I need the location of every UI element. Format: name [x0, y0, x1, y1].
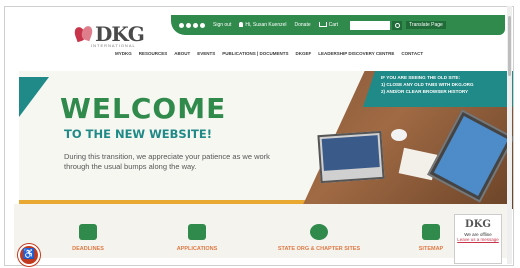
feature-label: STATE ORG & CHAPTER SITES	[277, 246, 361, 252]
instagram-icon[interactable]	[193, 22, 198, 28]
main-nav: MYDKG RESOURCES ABOUT EVENTS PUBLICATION…	[115, 51, 423, 56]
coffee-mug-image	[391, 129, 407, 141]
transition-message: During this transition, we appreciate yo…	[64, 152, 270, 171]
nav-item-publications[interactable]: PUBLICATIONS | DOCUMENTS	[222, 51, 288, 56]
chat-widget[interactable]: DKG We are offline Leave us a message	[454, 214, 502, 264]
leave-message-link[interactable]: Leave us a message	[455, 237, 501, 242]
calendar-icon	[79, 224, 97, 240]
user-account-link[interactable]: Hi, Susan Kuenzel	[239, 22, 287, 28]
donate-link[interactable]: Donate	[295, 22, 311, 28]
feature-deadlines[interactable]: DEADLINES	[58, 224, 118, 252]
logo-subtitle: INTERNATIONAL	[91, 43, 136, 48]
feature-sitemap[interactable]: SITEMAP	[406, 224, 456, 252]
facebook-icon[interactable]	[179, 22, 184, 28]
feature-label: APPLICATIONS	[176, 246, 218, 252]
old-site-line-1: IF YOU ARE SEEING THE OLD SITE:	[381, 75, 461, 80]
scrollbar[interactable]	[507, 6, 512, 264]
laptop-image	[317, 130, 385, 184]
search-input[interactable]	[350, 20, 391, 30]
user-name: Hi, Susan Kuenzel	[245, 22, 287, 28]
nav-item-mydkg[interactable]: MYDKG	[115, 51, 132, 56]
nav-item-events[interactable]: EVENTS	[197, 51, 215, 56]
old-site-notice: IF YOU ARE SEEING THE OLD SITE: 1) CLOSE…	[363, 71, 513, 107]
nav-item-contact[interactable]: CONTACT	[401, 51, 423, 56]
twitter-icon[interactable]	[186, 22, 191, 28]
feature-label: SITEMAP	[418, 246, 444, 252]
document-icon	[188, 224, 206, 240]
welcome-heading: WELCOME	[60, 92, 227, 125]
old-site-line-3: 2) AND/OR CLEAR BROWSER HISTORY	[381, 88, 469, 94]
cart-label: Cart	[328, 22, 339, 28]
chat-logo: DKG	[465, 219, 491, 230]
feature-label: DEADLINES	[72, 246, 104, 252]
old-site-line-2: 1) CLOSE ANY OLD TABS WITH DKG.ORG	[381, 81, 474, 87]
globe-icon	[310, 224, 328, 240]
hero-accent-triangle	[19, 77, 49, 117]
search-button[interactable]	[392, 20, 403, 30]
cart-link[interactable]: Cart	[318, 22, 339, 28]
feature-applications[interactable]: APPLICATIONS	[162, 224, 232, 252]
social-icons	[179, 22, 205, 28]
sitemap-icon	[422, 224, 440, 240]
user-icon	[239, 22, 244, 28]
youtube-icon[interactable]	[200, 22, 205, 28]
scrollbar-thumb[interactable]	[508, 16, 511, 76]
dkg-logo-mark	[72, 24, 95, 43]
cart-icon	[318, 22, 327, 28]
feature-state-org-sites[interactable]: STATE ORG & CHAPTER SITES	[264, 224, 374, 252]
nav-item-about[interactable]: ABOUT	[174, 51, 190, 56]
nav-item-leadership[interactable]: LEADERSHIP DISCOVERY CENTRE	[318, 51, 394, 56]
new-website-subheading: TO THE NEW WEBSITE!	[64, 127, 212, 141]
sign-out-link[interactable]: Sign out	[213, 22, 231, 28]
nav-item-resources[interactable]: RESOURCES	[139, 51, 168, 56]
utility-bar: Sign out Hi, Susan Kuenzel Donate Cart T…	[171, 15, 505, 35]
translate-page-button[interactable]: Translate Page	[406, 21, 446, 29]
accessibility-icon[interactable]: ♿	[18, 244, 40, 266]
nav-item-dkgef[interactable]: DKGEF	[295, 51, 311, 56]
feature-links: DEADLINES APPLICATIONS STATE ORG & CHAPT…	[14, 204, 508, 258]
